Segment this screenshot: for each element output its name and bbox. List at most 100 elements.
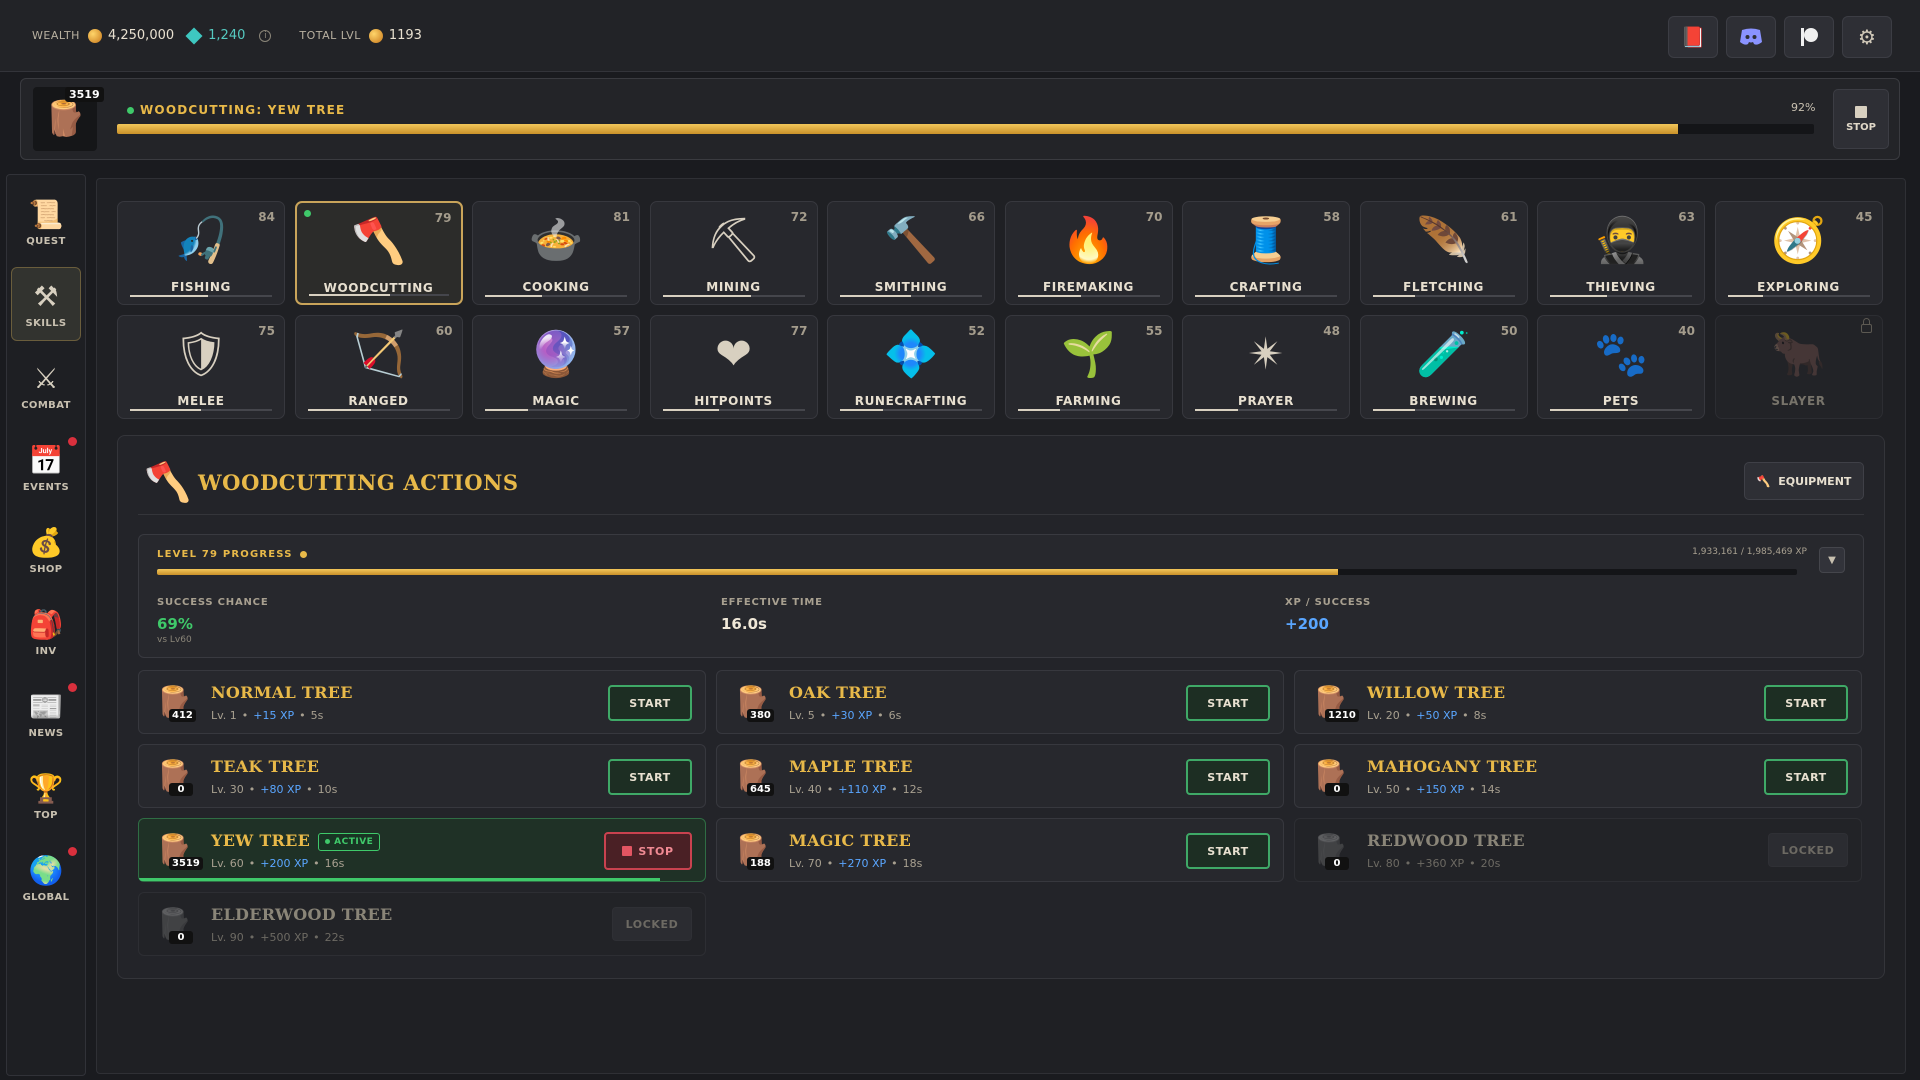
tree-card-oak-tree[interactable]: 🪵 380 OAK TREE Lv. 5 • +30 XP • 6s START — [716, 670, 1284, 734]
sidebar-item-combat[interactable]: ⚔ COMBAT — [11, 349, 81, 423]
tree-name-text: MAHOGANY TREE — [1367, 757, 1538, 776]
info-icon[interactable]: i — [259, 29, 272, 42]
lock-icon — [1860, 318, 1872, 333]
divider — [138, 514, 1864, 515]
active-badge: ACTIVE — [318, 832, 381, 851]
tree-card-mahogany-tree[interactable]: 🪵 0 MAHOGANY TREE Lv. 50 • +150 XP • 14s START — [1294, 744, 1862, 808]
wealth-label: WEALTH — [32, 29, 80, 42]
skill-card-farming[interactable]: 🌱 55 FARMING — [1004, 315, 1173, 419]
skill-card-slayer[interactable]: 🐂 SLAYER — [1714, 315, 1883, 419]
xp-success-value: +200 — [1285, 615, 1329, 633]
tree-name-text: TEAK TREE — [211, 757, 320, 776]
tree-name-text: OAK TREE — [789, 683, 887, 702]
skill-card-magic[interactable]: 🔮 57 MAGIC — [472, 315, 640, 419]
start-button[interactable]: START — [1186, 685, 1270, 721]
skill-progress-bar — [840, 295, 982, 297]
skill-card-melee[interactable]: 🛡 75 MELEE — [117, 315, 285, 419]
skill-card-ranged[interactable]: 🏹 60 RANGED — [294, 315, 463, 419]
skill-card-fishing[interactable]: 🎣 84 FISHING — [117, 201, 285, 305]
sidebar-item-shop[interactable]: 💰 SHOP — [11, 513, 81, 587]
item-count-badge: 0 — [169, 783, 193, 796]
meta-separator: • — [241, 709, 249, 722]
skill-card-firemaking[interactable]: 🔥 70 FIREMAKING — [1004, 201, 1173, 305]
skill-progress-bar — [662, 295, 805, 297]
skill-card-thieving[interactable]: 🥷 63 THIEVING — [1537, 201, 1705, 305]
item-count-badge: 0 — [1325, 857, 1349, 870]
activity-count-badge: 3519 — [65, 87, 104, 102]
tree-time: 5s — [310, 709, 324, 722]
start-button[interactable]: START — [1186, 759, 1270, 795]
skill-card-pets[interactable]: 🐾 40 PETS — [1537, 315, 1705, 419]
meta-separator: • — [248, 783, 256, 796]
settings-button[interactable]: ⚙ — [1842, 16, 1892, 58]
tree-xp: +200 XP — [260, 857, 309, 870]
book-button[interactable]: 📕 — [1668, 16, 1718, 58]
skill-card-prayer[interactable]: ✴ 48 PRAYER — [1182, 315, 1350, 419]
start-button[interactable]: START — [608, 759, 692, 795]
tree-card-normal-tree[interactable]: 🪵 412 NORMAL TREE Lv. 1 • +15 XP • 5s START — [138, 670, 706, 734]
sidebar-item-news[interactable]: 📰 NEWS — [11, 677, 81, 751]
skill-progress-bar — [1727, 295, 1870, 297]
tree-name-text: REDWOOD TREE — [1367, 831, 1525, 850]
meta-separator: • — [819, 709, 827, 722]
sidebar-item-label: SKILLS — [25, 317, 67, 329]
tree-card-yew-tree[interactable]: 🪵 3519 YEW TREE ACTIVE Lv. 60 • +200 XP • 16s STO… — [138, 818, 706, 882]
tree-meta: Lv. 5 • +30 XP • 6s — [789, 709, 901, 722]
success-chance-value: 69% — [157, 615, 193, 633]
meta-separator: • — [891, 857, 898, 870]
skill-card-fletching[interactable]: 🪶 61 FLETCHING — [1359, 201, 1528, 305]
start-button[interactable]: START — [608, 685, 692, 721]
level-progress-label-text: LEVEL 79 PROGRESS — [157, 549, 293, 560]
tools-icon: ⚒ — [33, 279, 59, 313]
start-button[interactable]: START — [1764, 685, 1848, 721]
patreon-button[interactable] — [1784, 16, 1834, 58]
activity-stop-button[interactable]: STOP — [1833, 89, 1889, 149]
item-count-badge: 3519 — [169, 857, 203, 870]
skill-level: 79 — [434, 211, 452, 225]
gold-coin-icon — [87, 28, 102, 43]
equipment-label: EQUIPMENT — [1778, 474, 1852, 488]
success-chance-stat: SUCCESS CHANCE 69% vs Lv60 — [157, 597, 268, 645]
tree-progress-bar — [139, 878, 705, 881]
skill-progress-fill — [130, 295, 209, 297]
tree-card-maple-tree[interactable]: 🪵 645 MAPLE TREE Lv. 40 • +110 XP • 12s START — [716, 744, 1284, 808]
discord-button[interactable] — [1726, 16, 1776, 58]
discord-icon — [1740, 28, 1762, 45]
skill-card-mining[interactable]: ⛏ 72 MINING — [649, 201, 818, 305]
skill-card-exploring[interactable]: 🧭 45 EXPLORING — [1714, 201, 1883, 305]
sidebar-item-inv[interactable]: 🎒 INV — [11, 595, 81, 669]
stop-label: STOP — [1846, 121, 1876, 133]
sidebar-item-quest[interactable]: 📜 QUEST — [11, 185, 81, 259]
sidebar-item-events[interactable]: 📅 EVENTS — [11, 431, 81, 505]
skill-card-hitpoints[interactable]: ❤ 77 HITPOINTS — [649, 315, 818, 419]
tree-time: 6s — [888, 709, 902, 722]
tree-card-redwood-tree[interactable]: 🪵 0 REDWOOD TREE Lv. 80 • +360 XP • 20s LOCKED — [1294, 818, 1862, 882]
tree-card-willow-tree[interactable]: 🪵 1210 WILLOW TREE Lv. 20 • +50 XP • 8s START — [1294, 670, 1862, 734]
expand-dropdown-button[interactable]: ▼ — [1819, 547, 1845, 573]
sidebar-item-top[interactable]: 🏆 TOP — [11, 759, 81, 833]
tree-card-magic-tree[interactable]: 🪵 188 MAGIC TREE Lv. 70 • +270 XP • 18s START — [716, 818, 1284, 882]
sidebar-item-skills[interactable]: ⚒ SKILLS — [11, 267, 81, 341]
skill-progress-fill — [1372, 295, 1416, 297]
skill-progress-bar — [1195, 295, 1337, 297]
skill-progress-bar — [485, 409, 627, 411]
sidebar-item-global[interactable]: 🌍 GLOBAL — [11, 841, 81, 915]
stop-button[interactable]: STOP — [604, 832, 692, 870]
skill-progress-fill — [662, 295, 751, 297]
skill-card-cooking[interactable]: 🍲 81 COOKING — [472, 201, 640, 305]
skill-name: WOODCUTTING — [323, 281, 434, 295]
tree-card-teak-tree[interactable]: 🪵 0 TEAK TREE Lv. 30 • +80 XP • 10s START — [138, 744, 706, 808]
tree-card-elderwood-tree[interactable]: 🪵 0 ELDERWOOD TREE Lv. 90 • +500 XP • 22s LOCKED — [138, 892, 706, 956]
skill-card-runecrafting[interactable]: 💠 52 RUNECRAFTING — [827, 315, 995, 419]
axe-icon: 🪓 — [1756, 474, 1771, 488]
skill-progress-bar — [1195, 409, 1337, 411]
skill-card-brewing[interactable]: 🧪 50 BREWING — [1359, 315, 1528, 419]
start-button[interactable]: START — [1764, 759, 1848, 795]
main-panel: 🎣 84 FISHING 🪓 79 WOODCUTTING 🍲 81 COOKING ⛏ 72 MIN… — [96, 178, 1906, 1074]
skill-card-woodcutting[interactable]: 🪓 79 WOODCUTTING — [294, 201, 463, 305]
start-button[interactable]: START — [1186, 833, 1270, 869]
equipment-button[interactable]: 🪓 EQUIPMENT — [1744, 462, 1864, 500]
tree-name: NORMAL TREE — [211, 683, 353, 702]
skill-card-crafting[interactable]: 🧵 58 CRAFTING — [1182, 201, 1350, 305]
skill-card-smithing[interactable]: 🔨 66 SMITHING — [827, 201, 995, 305]
